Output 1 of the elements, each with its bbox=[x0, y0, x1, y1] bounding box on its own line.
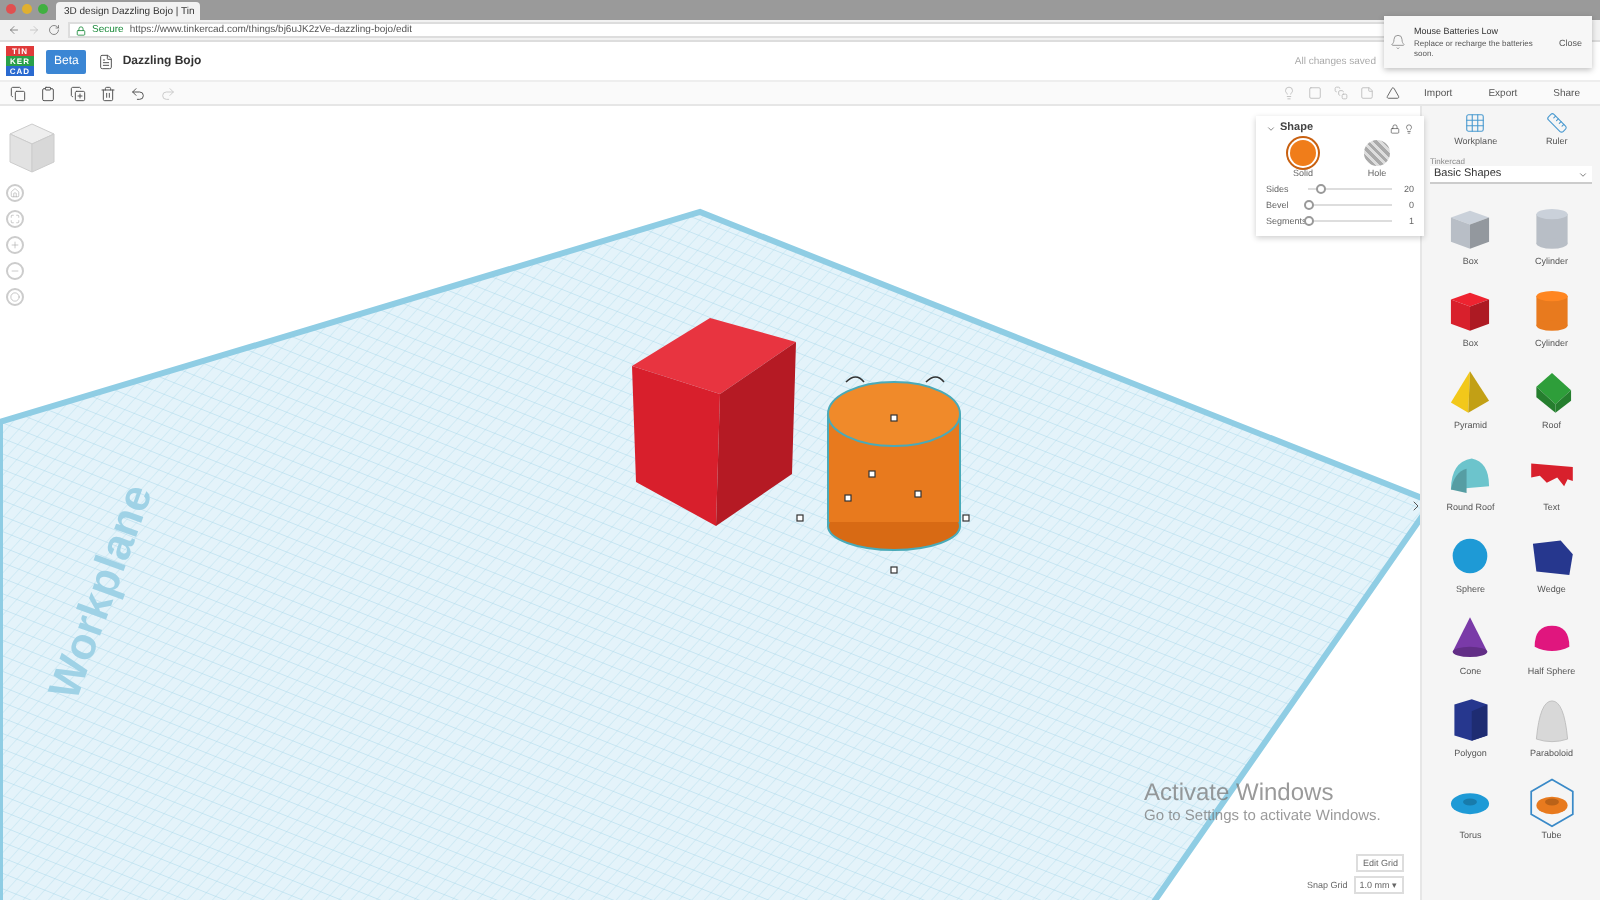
activation-title: Activate Windows bbox=[1144, 778, 1336, 806]
